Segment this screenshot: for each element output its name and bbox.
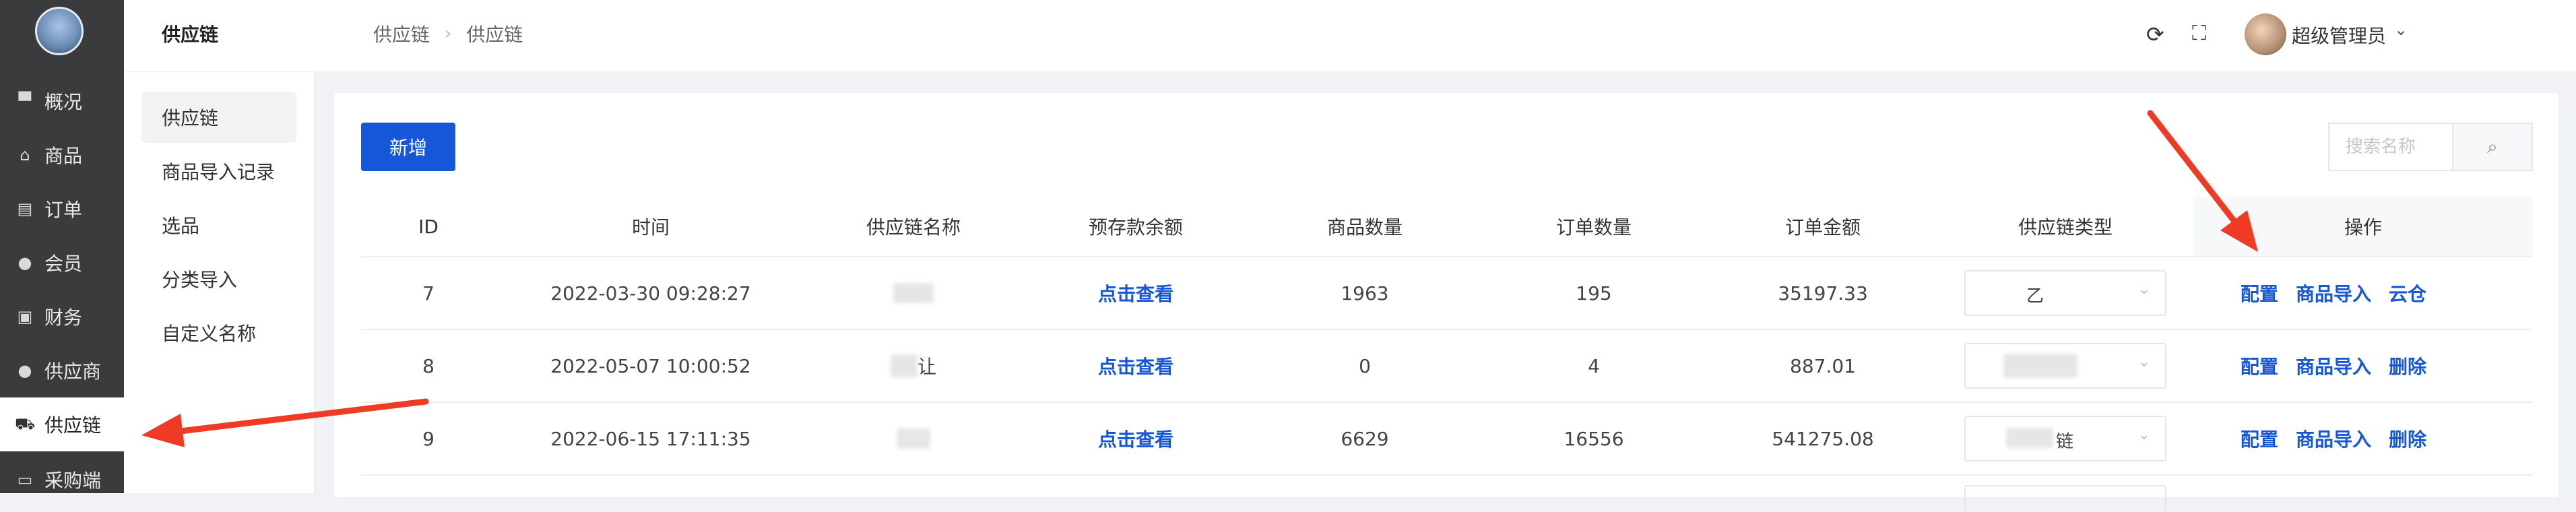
arrow-to-config-link	[2147, 110, 2258, 252]
arrow-to-supply-chain-nav	[141, 398, 429, 447]
annotation-arrows	[141, 110, 2258, 447]
